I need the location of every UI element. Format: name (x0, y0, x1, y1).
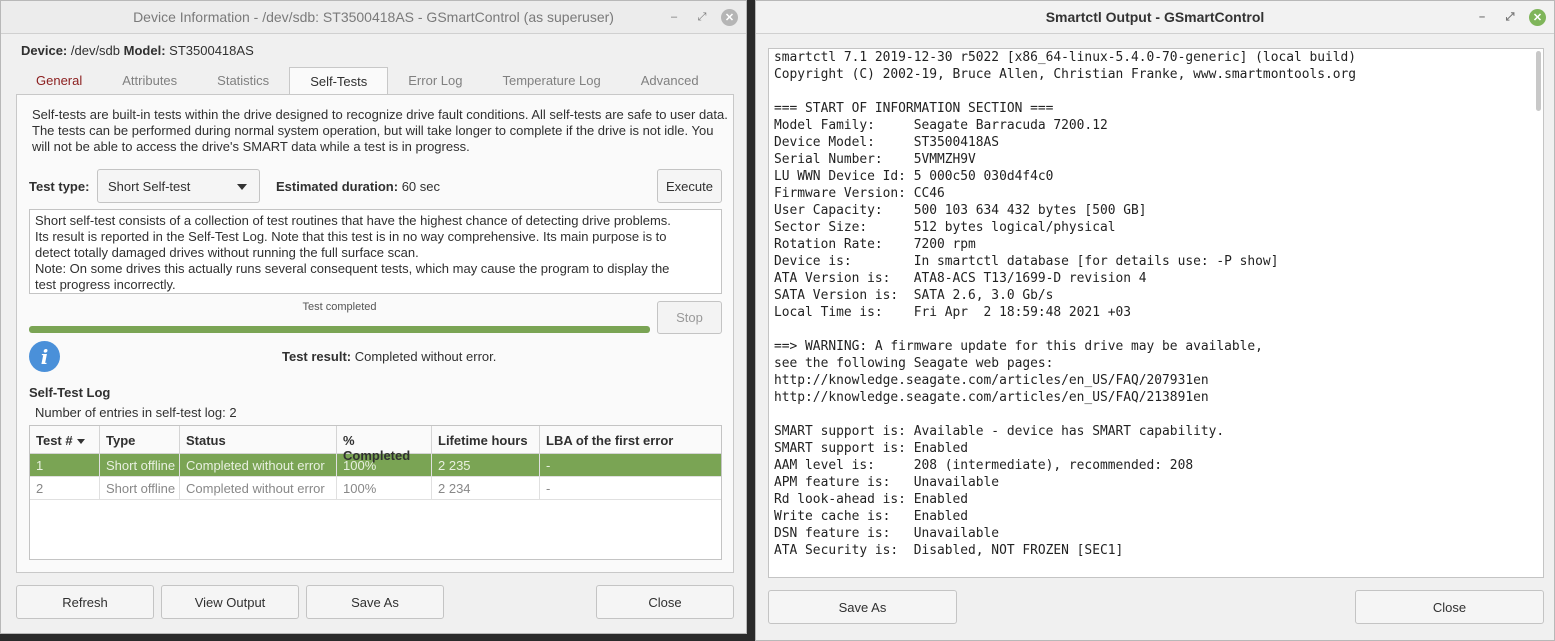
progress-fill (29, 326, 650, 333)
test-result-label: Test result: (282, 349, 352, 364)
save-as-button[interactable]: Save As (306, 585, 444, 619)
table-header: Test # Type Status % Completed Lifetime … (30, 426, 721, 463)
description-line: Short self-test consists of a collection… (35, 213, 671, 228)
minimize-icon[interactable]: – (1473, 8, 1491, 26)
description-line: detect totally damaged drives without ru… (35, 245, 419, 260)
test-result: Test result: Completed without error. (282, 349, 496, 364)
cell-lifetime-hours: 2 234 (432, 477, 540, 499)
estimated-duration: Estimated duration: 60 sec (276, 179, 440, 194)
intro-text: Self-tests are built-in tests within the… (32, 107, 728, 154)
smartctl-output-text[interactable]: smartctl 7.1 2019-12-30 r5022 [x86_64-li… (768, 48, 1544, 578)
est-duration-label: Estimated duration: (276, 179, 399, 194)
cell-status: Completed without error (180, 477, 337, 499)
info-icon: i (29, 341, 60, 372)
cell-type: Short offline (100, 454, 180, 476)
test-type-label: Test type: (29, 179, 90, 194)
sort-desc-icon (76, 439, 85, 445)
self-test-log-title: Self-Test Log (29, 385, 111, 400)
chevron-down-icon (237, 184, 247, 190)
cell-status: Completed without error (180, 454, 337, 476)
window-title: Device Information - /dev/sdb: ST3500418… (133, 9, 614, 25)
column-header-lba[interactable]: LBA of the first error (540, 426, 721, 453)
device-value: /dev/sdb (70, 43, 121, 58)
smartctl-output-window: Smartctl Output - GSmartControl – ⤢ ✕ sm… (755, 0, 1555, 641)
window-title: Smartctl Output - GSmartControl (1045, 9, 1265, 25)
tab-self-tests[interactable]: Self-Tests (289, 67, 389, 95)
table-row[interactable]: 2 Short offline Completed without error … (30, 477, 721, 500)
log-entry-count: Number of entries in self-test log: 2 (35, 405, 237, 420)
tab-temperature-log[interactable]: Temperature Log (482, 67, 620, 95)
maximize-icon[interactable]: ⤢ (1501, 8, 1519, 26)
column-header-completed[interactable]: % Completed (337, 426, 432, 463)
description-line: Its result is reported in the Self-Test … (35, 229, 667, 244)
tab-advanced[interactable]: Advanced (621, 67, 719, 95)
cell-completed: 100% (337, 477, 432, 499)
description-line: Note: On some drives this actually runs … (35, 261, 670, 276)
output-titlebar[interactable]: Smartctl Output - GSmartControl – ⤢ ✕ (756, 1, 1554, 34)
close-icon[interactable]: ✕ (1529, 8, 1546, 26)
cell-lba: - (546, 481, 551, 496)
self-test-log-table: Test # Type Status % Completed Lifetime … (29, 425, 722, 560)
description-line: test progress incorrectly. (35, 277, 176, 292)
stop-button[interactable]: Stop (657, 301, 722, 334)
column-header-type[interactable]: Type (100, 426, 180, 453)
cell-lba: - (546, 458, 551, 473)
cell-test-number: 2 (30, 477, 100, 499)
close-button[interactable]: Close (596, 585, 734, 619)
device-info-titlebar[interactable]: Device Information - /dev/sdb: ST3500418… (1, 1, 746, 34)
self-tests-panel: Self-tests are built-in tests within the… (16, 94, 734, 573)
refresh-button[interactable]: Refresh (16, 585, 154, 619)
column-header-test-number[interactable]: Test # (30, 426, 100, 453)
test-description: Short self-test consists of a collection… (29, 209, 722, 294)
execute-button[interactable]: Execute (657, 169, 722, 203)
test-result-value: Completed without error. (354, 349, 497, 364)
progress-bar (29, 326, 650, 333)
save-as-button[interactable]: Save As (768, 590, 957, 624)
tab-attributes[interactable]: Attributes (102, 67, 197, 95)
tab-statistics[interactable]: Statistics (197, 67, 289, 95)
scrollbar[interactable] (1536, 51, 1541, 111)
column-header-lifetime-hours[interactable]: Lifetime hours (432, 426, 540, 453)
cell-lifetime-hours: 2 235 (432, 454, 540, 476)
tab-error-log[interactable]: Error Log (388, 67, 482, 95)
column-header-status[interactable]: Status (180, 426, 337, 453)
test-type-dropdown[interactable]: Short Self-test (97, 169, 260, 203)
device-label: Device: (21, 43, 68, 58)
output-text-content: smartctl 7.1 2019-12-30 r5022 [x86_64-li… (774, 50, 1357, 558)
test-type-value: Short Self-test (108, 179, 191, 194)
minimize-icon[interactable]: – (665, 8, 683, 26)
device-info-window: Device Information - /dev/sdb: ST3500418… (0, 0, 747, 634)
device-summary: Device: /dev/sdb Model: ST3500418AS (21, 43, 254, 58)
cell-type: Short offline (100, 477, 180, 499)
progress-status: Test completed (302, 301, 377, 313)
cell-test-number: 1 (30, 454, 100, 476)
est-duration-value: 60 sec (401, 179, 441, 194)
model-value: ST3500418AS (169, 43, 254, 58)
close-icon[interactable]: ✕ (721, 8, 738, 26)
model-label: Model: (123, 43, 166, 58)
maximize-icon[interactable]: ⤢ (693, 8, 711, 26)
tab-bar: General Attributes Statistics Self-Tests… (16, 67, 719, 95)
close-button[interactable]: Close (1355, 590, 1544, 624)
tab-general[interactable]: General (16, 67, 102, 95)
view-output-button[interactable]: View Output (161, 585, 299, 619)
